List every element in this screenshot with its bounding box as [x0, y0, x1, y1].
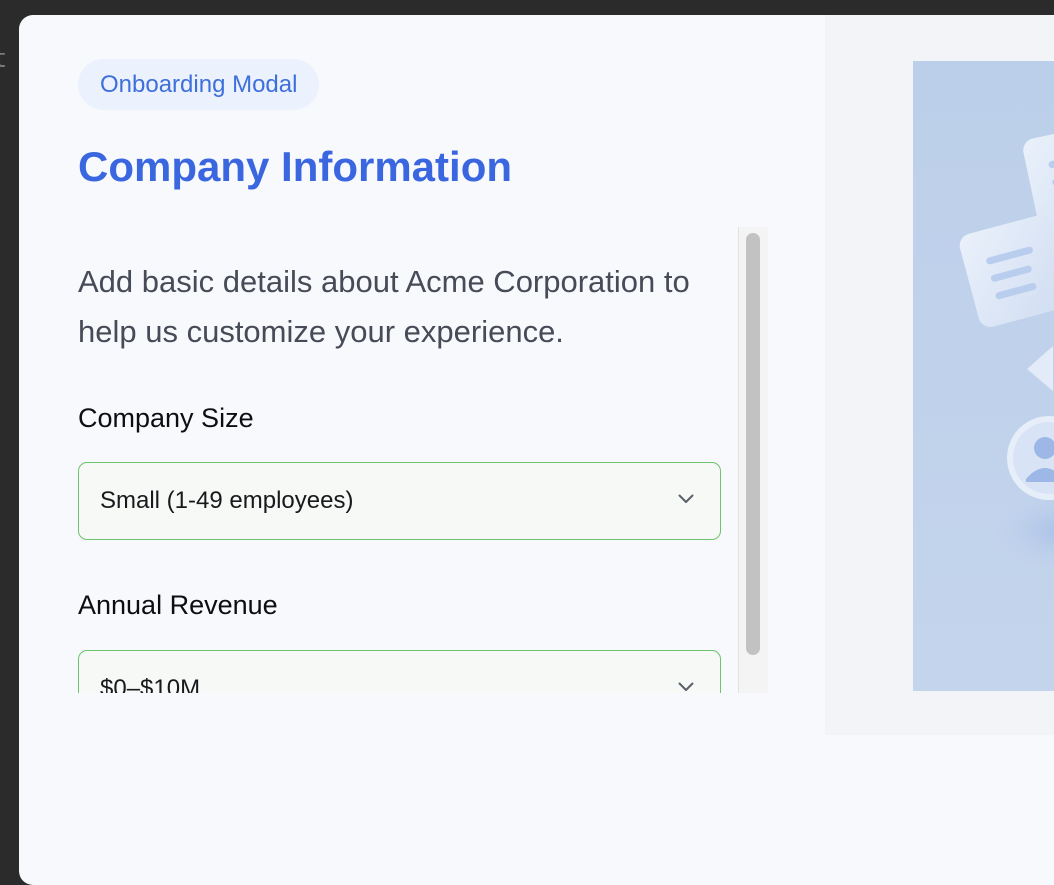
illustration-graphic [959, 122, 1054, 571]
annual-revenue-label: Annual Revenue [78, 590, 278, 620]
company-size-select[interactable]: Small (1-49 employees) [78, 462, 721, 540]
onboarding-modal: Onboarding Modal Company Information Add… [19, 15, 1054, 885]
chevron-down-icon [678, 682, 694, 691]
description-text: Add basic details about Acme Corporation… [78, 264, 690, 349]
onboarding-illustration [913, 61, 1054, 691]
illustration-panel [825, 15, 1054, 735]
modal-content: Onboarding Modal Company Information Add… [19, 15, 825, 885]
annual-revenue-value: $0–$10M [100, 675, 201, 693]
chevron-down-icon [678, 494, 694, 503]
user-avatar-icon [1007, 416, 1054, 500]
company-size-value: Small (1-49 employees) [100, 487, 354, 514]
scroll-area[interactable]: Add basic details about Acme Corporation… [78, 227, 768, 693]
modal-badge: Onboarding Modal [78, 59, 320, 110]
document-icon [959, 214, 1054, 328]
backdrop-text: lt [0, 44, 6, 74]
scrollbar-track[interactable] [738, 227, 768, 693]
scrollbar-thumb[interactable] [746, 233, 760, 655]
company-size-label: Company Size [78, 403, 254, 433]
page-title: Company Information [78, 143, 513, 190]
annual-revenue-select[interactable]: $0–$10M [78, 650, 721, 693]
